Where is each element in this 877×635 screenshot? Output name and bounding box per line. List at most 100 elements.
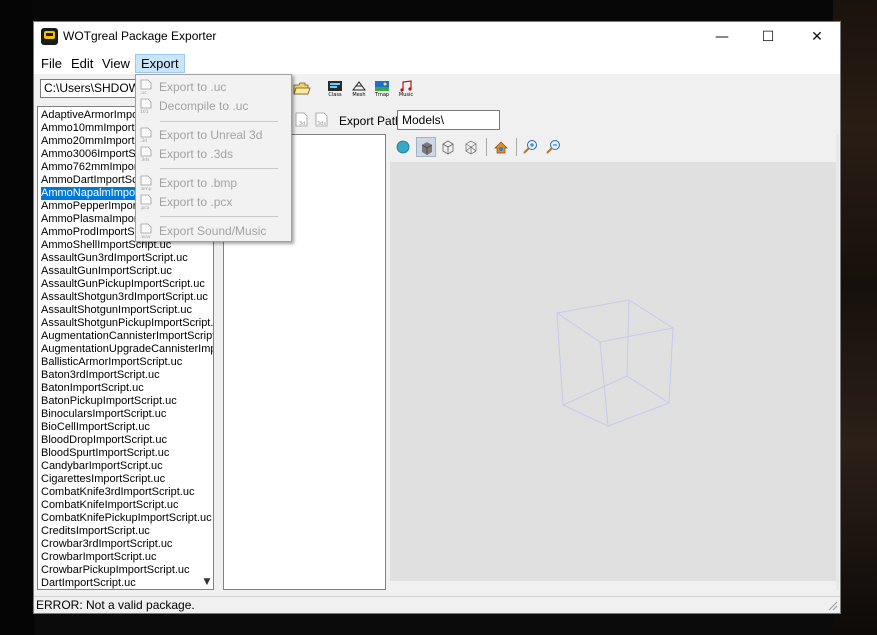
script-list-item[interactable]: Crowbar3rdImportScript.uc	[41, 538, 172, 551]
script-list-item[interactable]: BatonPickupImportScript.uc	[41, 395, 177, 408]
menu-item-export-to-bmp[interactable]: .bmp Export to .bmp	[136, 173, 291, 192]
script-list-item[interactable]: AssaultGunPickupImportScript.uc	[41, 278, 205, 291]
menu-item-label: Decompile to .uc	[159, 99, 249, 113]
menu-file[interactable]: File	[36, 55, 67, 72]
mesh-icon	[352, 81, 366, 91]
export-3d-icon: 3d	[295, 112, 308, 127]
maximize-button[interactable]: ☐	[745, 22, 791, 52]
script-list-item[interactable]: AugmentationUpgradeCannisterImportScript…	[41, 343, 213, 356]
status-bar: ERROR: Not a valid package.	[34, 596, 840, 613]
menu-bar: File Edit View Export	[34, 52, 840, 74]
script-list-item[interactable]: AssaultGunImportScript.uc	[41, 265, 172, 278]
menu-item-label: Export Sound/Music	[159, 224, 267, 238]
script-list-item[interactable]: CrowbarImportScript.uc	[41, 551, 157, 564]
app-logo-icon	[41, 28, 58, 45]
script-list-item[interactable]: BallisticArmorImportScript.uc	[41, 356, 182, 369]
file-type-tag: .uc	[140, 91, 147, 95]
menu-item-export-to-uc[interactable]: .uc Export to .uc	[136, 77, 291, 96]
wire-cube-3d-icon	[465, 140, 477, 155]
script-list-item[interactable]: CrowbarPickupImportScript.uc	[41, 564, 190, 577]
menu-item-export-sound-music[interactable]: .wav Export Sound/Music	[136, 221, 291, 240]
script-list-item[interactable]: AugmentationCannisterImportScript.uc	[41, 330, 213, 343]
script-list-item[interactable]: CandybarImportScript.uc	[41, 460, 163, 473]
scroll-down-icon[interactable]: ▼	[200, 575, 213, 589]
script-list-item[interactable]: BioCellImportScript.uc	[41, 421, 150, 434]
viewport-edge	[836, 134, 839, 590]
menu-item-decompile-to-uc[interactable]: 101 Decompile to .uc	[136, 96, 291, 115]
menu-view[interactable]: View	[97, 55, 135, 72]
menu-item-label: Export to .pcx	[159, 195, 233, 209]
menu-item-label: Export to .bmp	[159, 176, 238, 190]
menu-export[interactable]: Export	[135, 54, 185, 73]
mesh-button-label: Mesh	[352, 92, 366, 98]
sphere-icon	[396, 140, 410, 154]
script-list-item[interactable]: DartImportScript.uc	[41, 577, 136, 589]
mesh-button[interactable]: Mesh	[348, 79, 370, 100]
menu-separator	[160, 121, 278, 122]
script-list-item[interactable]: CombatKnife3rdImportScript.uc	[41, 486, 194, 499]
script-list-item[interactable]: CombatKnifeImportScript.uc	[41, 499, 179, 512]
package-path-input[interactable]: C:\Users\SHDOW	[40, 79, 143, 98]
script-list-item[interactable]: CreditsImportScript.uc	[41, 525, 150, 538]
class-button[interactable]: Class	[324, 79, 346, 100]
viewer-toolbar	[390, 135, 836, 159]
script-list-item[interactable]: CombatKnifePickupImportScript.uc	[41, 512, 212, 525]
zoom-out-icon	[546, 140, 560, 154]
zoom-out-button[interactable]	[544, 137, 564, 157]
menu-edit[interactable]: Edit	[66, 55, 98, 72]
file-type-tag: .3d	[140, 138, 147, 143]
export-3d-label: 3d	[299, 121, 305, 127]
wire-cube-3d-view-button[interactable]	[461, 137, 481, 157]
tmap-button[interactable]: Tmap	[371, 79, 393, 100]
export-path-input[interactable]: Models\	[397, 110, 500, 130]
toolbar-separator	[486, 138, 487, 156]
resize-grip-icon[interactable]	[827, 600, 838, 611]
menu-item-export-to-3ds[interactable]: .3ds Export to .3ds	[136, 144, 291, 163]
script-list-item[interactable]: BloodDropImportScript.uc	[41, 434, 167, 447]
script-list-item[interactable]: AssaultShotgunPickupImportScript.uc	[41, 317, 213, 330]
file-type-tag: .wav	[140, 235, 151, 239]
zoom-in-button[interactable]	[521, 137, 541, 157]
reset-view-button[interactable]	[491, 137, 511, 157]
file-type-tag: .3ds	[140, 157, 150, 162]
file-export-icon: .wav	[140, 223, 152, 239]
export-3d-button[interactable]: 3d	[292, 111, 314, 131]
export-menu-dropdown: .uc Export to .uc 101 Decompile to .uc .3d Ex…	[135, 74, 292, 242]
export-3ds-button[interactable]: 3ds	[312, 111, 334, 131]
file-export-icon: .uc	[140, 79, 152, 95]
file-export-icon: .bmp	[140, 175, 152, 191]
menu-item-label: Export to .3ds	[159, 147, 234, 161]
file-export-icon: .pcx	[140, 194, 152, 210]
sphere-view-button[interactable]	[393, 137, 413, 157]
music-button[interactable]: Music	[395, 79, 417, 100]
minimize-button[interactable]: —	[699, 22, 745, 52]
script-list-item[interactable]: BinocularsImportScript.uc	[41, 408, 166, 421]
script-list-item[interactable]: AssaultGun3rdImportScript.uc	[41, 252, 188, 265]
close-button[interactable]: ✕	[794, 22, 840, 52]
script-list-item[interactable]: Baton3rdImportScript.uc	[41, 369, 160, 382]
file-type-tag: .bmp	[140, 186, 152, 191]
desktop-left	[0, 0, 34, 635]
window-title: WOTgreal Package Exporter	[63, 29, 217, 43]
script-list-item[interactable]: CigarettesImportScript.uc	[41, 473, 165, 486]
model-viewport[interactable]	[390, 162, 836, 581]
file-export-icon: .3ds	[140, 146, 152, 162]
menu-item-label: Export to .uc	[159, 80, 227, 94]
menu-item-label: Export to Unreal 3d	[159, 128, 263, 142]
wire-cube-view-button[interactable]	[438, 137, 458, 157]
wire-cube-icon	[442, 140, 454, 155]
open-folder-icon[interactable]	[293, 81, 311, 97]
solid-cube-view-button[interactable]	[416, 137, 436, 157]
reset-view-icon	[494, 141, 508, 154]
export-3ds-label: 3ds	[317, 121, 326, 127]
file-type-tag: 101	[140, 109, 149, 114]
music-button-label: Music	[398, 92, 414, 98]
script-list-item[interactable]: AssaultShotgunImportScript.uc	[41, 304, 192, 317]
toolbar-separator-2	[516, 138, 517, 156]
script-list-item[interactable]: BloodSpurtImportScript.uc	[41, 447, 169, 460]
menu-item-export-to-pcx[interactable]: .pcx Export to .pcx	[136, 192, 291, 211]
file-export-icon: .3d	[140, 127, 152, 143]
menu-item-export-to-unreal-3d[interactable]: .3d Export to Unreal 3d	[136, 125, 291, 144]
script-list-item[interactable]: BatonImportScript.uc	[41, 382, 144, 395]
script-list-item[interactable]: AssaultShotgun3rdImportScript.uc	[41, 291, 208, 304]
